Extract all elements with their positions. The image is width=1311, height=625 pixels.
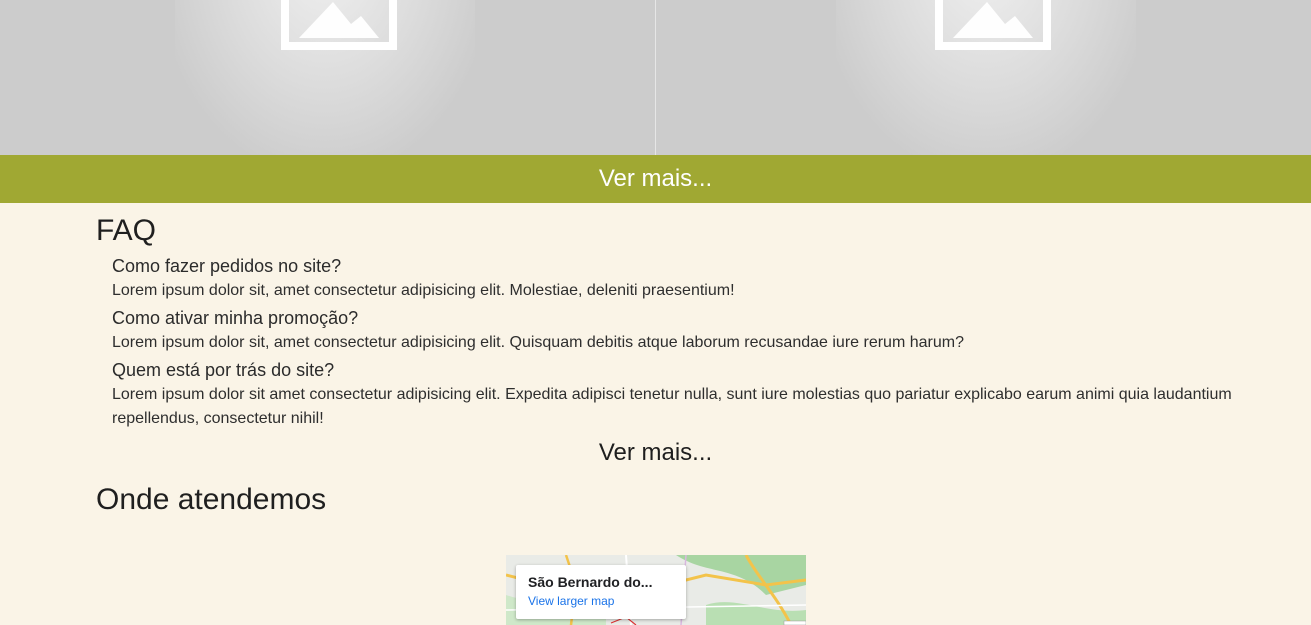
faq-answer-1: Lorem ipsum dolor sit, amet consectetur … — [112, 282, 735, 299]
image-gallery — [0, 0, 1311, 155]
faq-section: FAQ Como fazer pedidos no site? Lorem ip… — [0, 203, 1311, 467]
faq-question-1[interactable]: Como fazer pedidos no site? — [112, 253, 1311, 279]
map-place-name: São Bernardo do... — [528, 574, 653, 590]
map-place-card: São Bernardo do... View larger map — [516, 565, 686, 619]
image-placeholder-icon — [281, 0, 397, 50]
faq-ver-mais-link[interactable]: Ver mais... — [0, 439, 1311, 467]
view-larger-map-link[interactable]: View larger map — [528, 594, 674, 608]
embedded-map[interactable]: São Bernardo do... View larger map — [506, 555, 806, 625]
faq-list: Como fazer pedidos no site? Lorem ipsum … — [96, 249, 1311, 431]
faq-title: FAQ — [96, 214, 157, 247]
gallery-ver-mais-label: Ver mais... — [598, 165, 713, 192]
image-placeholder-icon — [935, 0, 1051, 50]
gallery-image-2[interactable] — [656, 0, 1311, 155]
faq-question-2[interactable]: Como ativar minha promoção? — [112, 305, 1311, 331]
faq-answer-2: Lorem ipsum dolor sit, amet consectetur … — [112, 334, 964, 351]
gallery-ver-mais-button[interactable]: Ver mais... — [0, 155, 1311, 203]
faq-answer-3: Lorem ipsum dolor sit amet consectetur a… — [112, 386, 1232, 427]
locations-title: Onde atendemos — [96, 483, 327, 516]
faq-question-3[interactable]: Quem está por trás do site? — [112, 357, 1311, 383]
gallery-image-1[interactable] — [0, 0, 656, 155]
